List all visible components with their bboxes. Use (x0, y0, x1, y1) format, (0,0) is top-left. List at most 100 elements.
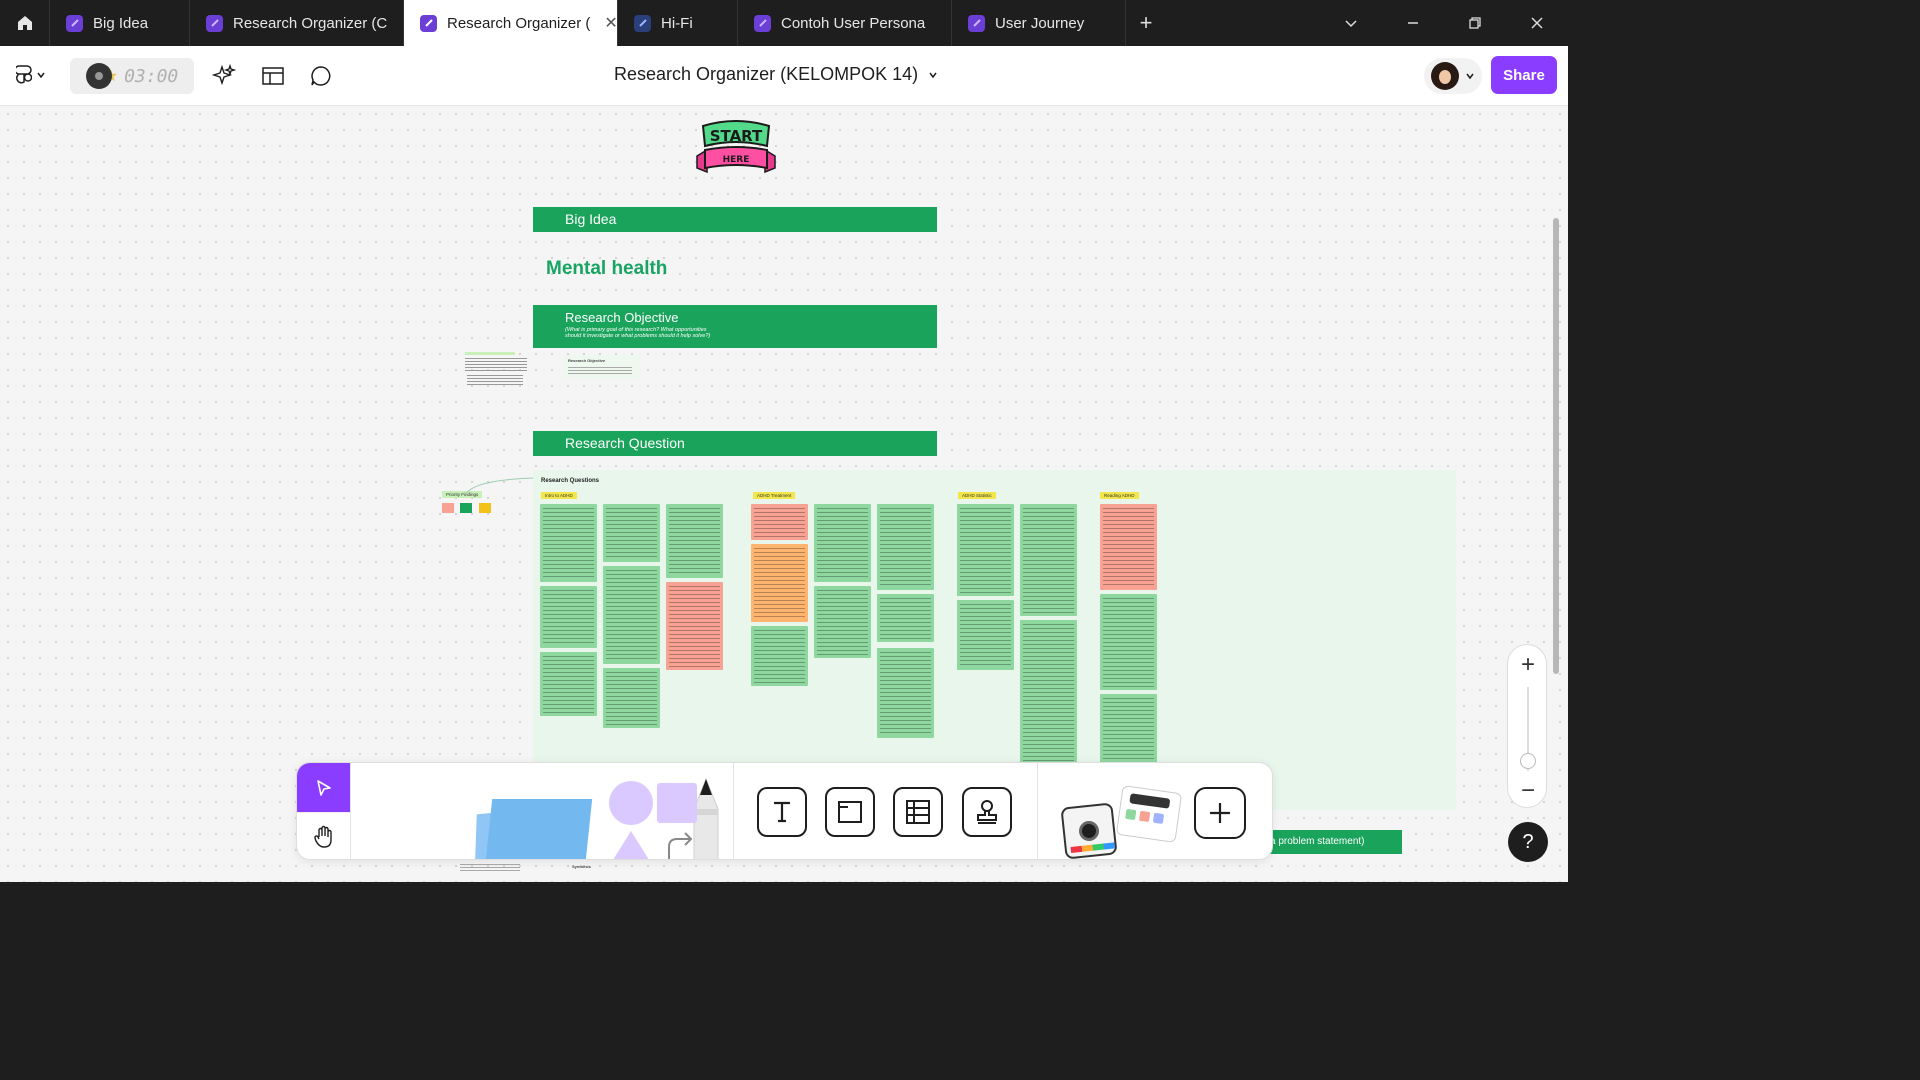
help-button[interactable]: ? (1508, 822, 1548, 862)
big-idea-label: Big Idea (565, 211, 617, 227)
sticky-note[interactable] (666, 582, 723, 670)
synthesis-section[interactable]: Synthesis (460, 864, 680, 882)
sticky-note[interactable] (603, 566, 660, 664)
stamp-tool[interactable] (962, 787, 1012, 837)
user-menu[interactable] (1424, 58, 1482, 94)
tab-research-organizer-active[interactable]: Research Organizer ( ✕ (404, 0, 618, 46)
zoom-control: + − (1507, 644, 1547, 808)
figjam-file-icon (66, 14, 83, 32)
tab-research-organizer-c[interactable]: Research Organizer (C (190, 0, 404, 46)
priority-sticky[interactable] (479, 503, 491, 513)
table-icon (906, 800, 930, 824)
close-icon (1531, 17, 1543, 29)
sticky-note[interactable] (957, 600, 1014, 670)
comment-button[interactable] (307, 62, 335, 90)
zoom-out-button[interactable]: − (1508, 773, 1548, 809)
tab-hi-fi[interactable]: Hi-Fi (618, 0, 738, 46)
widgets-plugins-tool[interactable] (1057, 775, 1187, 859)
timer-widget[interactable]: ★ 03:00 (70, 58, 194, 94)
sticky-note[interactable] (751, 544, 808, 622)
minimize-button[interactable] (1382, 0, 1444, 46)
select-tool[interactable] (297, 763, 350, 812)
tab-label: Hi-Fi (661, 14, 693, 32)
tab-big-idea[interactable]: Big Idea (50, 0, 190, 46)
layout-icon (262, 67, 284, 85)
vertical-scrollbar[interactable] (1553, 218, 1559, 674)
problem-statement-banner[interactable]: a problem statement) (1262, 830, 1402, 854)
close-window-button[interactable] (1506, 0, 1568, 46)
start-here-sticker[interactable]: START HERE (695, 120, 777, 176)
hand-tool[interactable] (297, 812, 350, 859)
stamp-icon (977, 800, 997, 824)
more-tools-button[interactable] (1194, 787, 1246, 839)
ai-actions-button[interactable] (210, 62, 238, 90)
section-tool[interactable] (825, 787, 875, 837)
layout-button[interactable] (259, 62, 287, 90)
figjam-file-icon (968, 14, 985, 32)
document-title-menu[interactable]: Research Organizer (KELOMPOK 14) (614, 64, 938, 85)
sticky-note[interactable] (603, 504, 660, 562)
big-idea-banner[interactable]: Big Idea (533, 207, 937, 232)
research-question-banner[interactable]: Research Question (533, 431, 937, 456)
sticky-note[interactable] (603, 668, 660, 728)
priority-sticky[interactable] (460, 503, 472, 513)
top-toolbar: ★ 03:00 Research Organizer (KELOMPOK 14)… (0, 46, 1568, 106)
new-tab-button[interactable]: + (1126, 0, 1166, 46)
research-questions-board[interactable]: Research Questions Intro to ADHD ADHD Tr… (533, 470, 1456, 810)
category-tag: Reading ADHD (1100, 492, 1139, 499)
tabs-dropdown-button[interactable] (1320, 0, 1382, 46)
close-tab-icon[interactable]: ✕ (604, 13, 617, 33)
share-button[interactable]: Share (1491, 56, 1557, 94)
zoom-in-button[interactable]: + (1508, 647, 1548, 683)
category-tag: ADHD Statistic (958, 492, 996, 499)
sparkle-icon (212, 64, 236, 86)
restore-button[interactable] (1444, 0, 1506, 46)
figjam-file-icon (754, 14, 771, 32)
priority-sticky[interactable] (442, 503, 454, 513)
tab-contoh-user-persona[interactable]: Contoh User Persona (738, 0, 952, 46)
research-objective-banner[interactable]: Research Objective (What is primary goal… (533, 305, 937, 348)
text-tool[interactable] (757, 787, 807, 837)
main-menu-button[interactable] (16, 64, 46, 86)
sticky-note[interactable] (540, 652, 597, 716)
tab-label: Research Organizer ( (447, 14, 591, 32)
restore-icon (1469, 17, 1481, 29)
sticky-note[interactable] (1100, 594, 1157, 690)
tray-divider (350, 763, 351, 859)
sticky-note[interactable] (814, 586, 871, 658)
document-title: Research Organizer (KELOMPOK 14) (614, 64, 919, 84)
sticky-note[interactable] (1020, 504, 1077, 616)
figma-file-icon (634, 14, 651, 32)
window-controls (1320, 0, 1568, 46)
sticky-note[interactable] (751, 504, 808, 540)
sticky-note[interactable] (957, 504, 1014, 596)
camera-widget-icon (1060, 802, 1118, 859)
sticky-note[interactable] (1020, 620, 1077, 770)
connector-arrow-icon (668, 832, 693, 859)
tab-label: User Journey (995, 14, 1085, 32)
home-button[interactable] (0, 0, 50, 46)
tab-user-journey[interactable]: User Journey (952, 0, 1126, 46)
research-objective-note[interactable]: Research Objective (563, 355, 641, 379)
sticky-note[interactable] (1100, 504, 1157, 590)
sticky-note[interactable] (877, 504, 934, 590)
sticky-note[interactable] (666, 504, 723, 578)
tab-label: Contoh User Persona (781, 14, 926, 32)
table-tool[interactable] (893, 787, 943, 837)
sticky-note[interactable] (877, 594, 934, 642)
chevron-down-icon (1345, 20, 1357, 28)
sticky-note[interactable] (877, 648, 934, 738)
zoom-slider-handle[interactable] (1520, 753, 1536, 769)
objective-side-notes[interactable] (457, 351, 535, 395)
sticky-note-tool[interactable] (462, 783, 593, 859)
sticky-note[interactable] (540, 586, 597, 648)
tool-tray (296, 762, 1273, 860)
shapes-tool[interactable] (605, 781, 705, 859)
big-idea-value[interactable]: Mental health (546, 258, 667, 280)
sticky-note[interactable] (540, 504, 597, 582)
sticky-note[interactable] (751, 626, 808, 686)
sticky-note[interactable] (814, 504, 871, 582)
connector-line (465, 477, 535, 495)
chevron-down-icon (1466, 73, 1474, 80)
hand-icon (313, 825, 332, 848)
